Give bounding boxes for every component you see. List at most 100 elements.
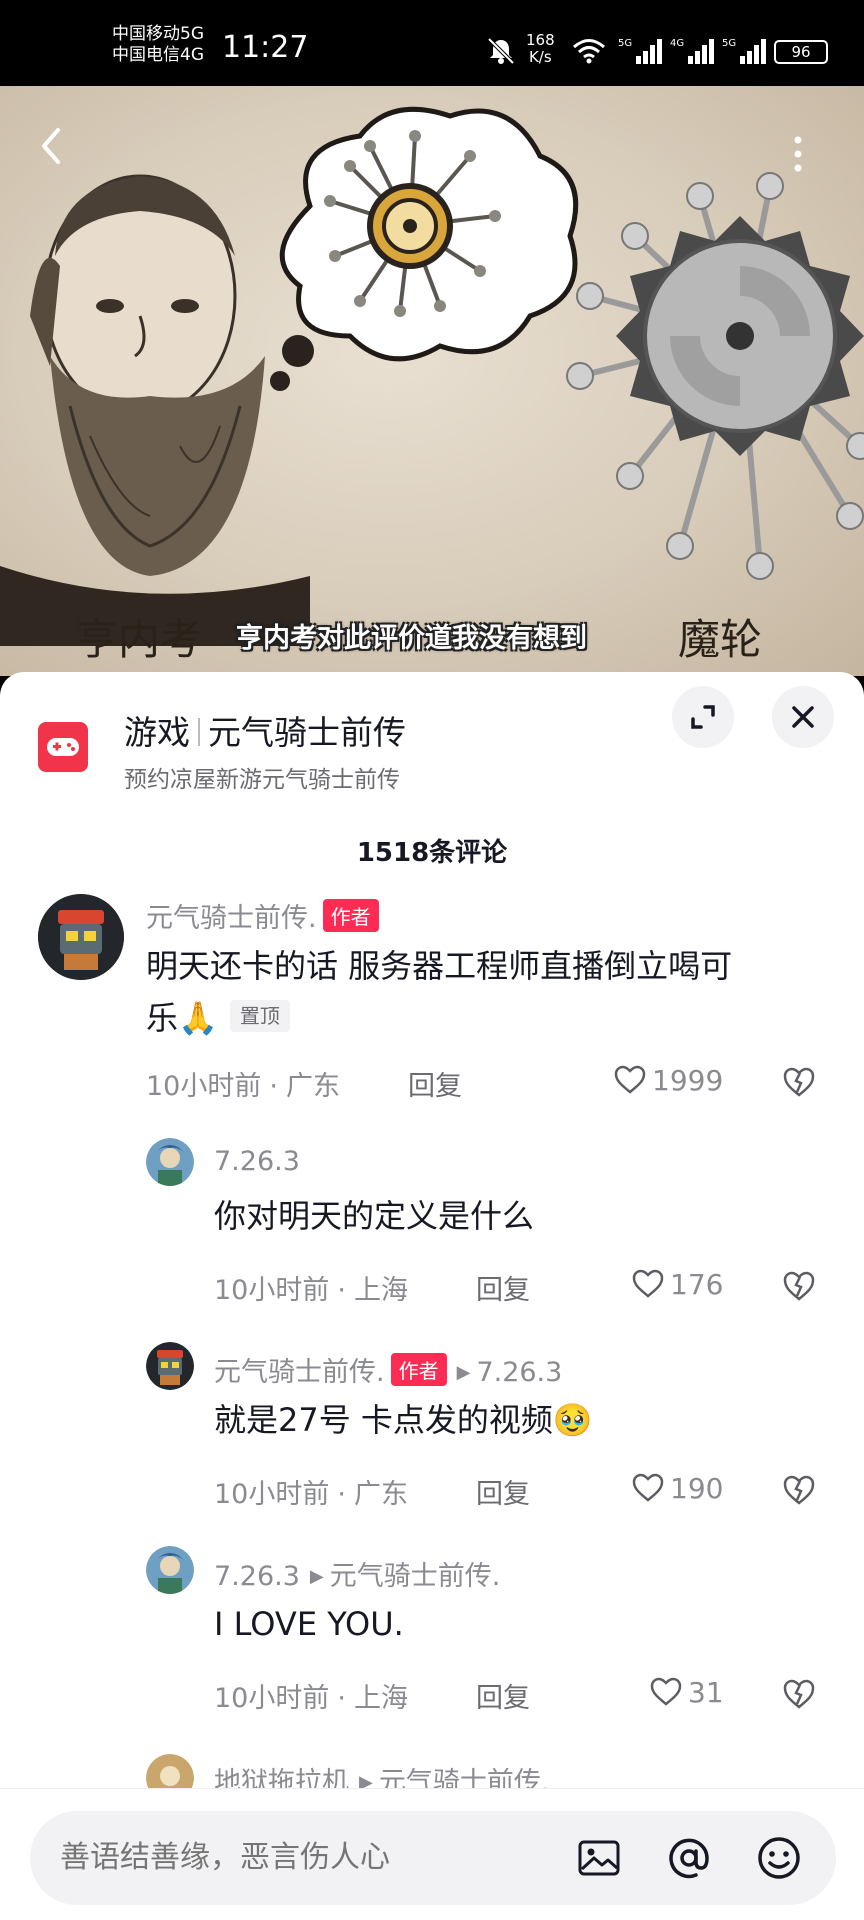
network-speed: 168 K/s [526, 32, 555, 66]
avatar[interactable] [146, 1138, 194, 1186]
like-button[interactable]: 190 [632, 1472, 723, 1505]
comment-author[interactable]: 7.26.3 ▶ 元气骑士前传. [214, 1554, 500, 1593]
reply-button[interactable]: 回复 [408, 1064, 462, 1103]
comment-input-container[interactable] [30, 1811, 836, 1905]
like-button[interactable]: 31 [650, 1676, 724, 1709]
like-count: 176 [670, 1268, 724, 1301]
comment-location: 上海 [353, 1275, 408, 1306]
dislike-heart-icon[interactable] [782, 1678, 816, 1710]
wheel-illustration [566, 172, 864, 580]
expand-icon [691, 705, 715, 729]
comment-meta: 10小时前 · 广东 [214, 1472, 408, 1511]
status-bar: 中国移动5G 中国电信4G 11:27 168 K/s 5G 4G 5G 96 [0, 0, 864, 86]
carrier-2: 中国电信4G [112, 45, 204, 65]
anchor-category: 游戏 [124, 713, 190, 752]
anchor-title[interactable]: 游戏 元气骑士前传 [124, 706, 406, 754]
heart-icon [650, 1677, 682, 1706]
comment-text-line-end: 乐🙏 [146, 999, 218, 1037]
pinned-badge: 置顶 [229, 1000, 290, 1032]
more-icon[interactable] [788, 134, 808, 174]
separator-dot: · [269, 1071, 278, 1102]
dislike-heart-icon[interactable] [782, 1474, 816, 1506]
reply-button[interactable]: 回复 [476, 1676, 530, 1715]
comment-item: 元气骑士前传. 作者 明天还卡的话 服务器工程师直播倒立喝可 乐🙏 置顶 10小时前… [0, 894, 864, 1124]
comment-text-line: 乐🙏 置顶 [146, 992, 826, 1044]
like-button[interactable]: 1999 [614, 1064, 723, 1097]
video-player[interactable]: 亨内考 亨内考对此评价道我没有想到 魔轮 [0, 86, 864, 676]
dislike-heart-icon[interactable] [782, 1066, 816, 1098]
comment-time: 10小时前 [214, 1479, 330, 1510]
anchor-subtitle: 预约凉屋新游元气骑士前传 [124, 767, 400, 793]
dislike-heart-icon[interactable] [782, 1270, 816, 1302]
reply-button[interactable]: 回复 [476, 1268, 530, 1307]
network-speed-value: 168 [526, 31, 555, 49]
author-name: 7.26.3 [214, 1146, 300, 1177]
like-count: 190 [670, 1472, 724, 1505]
thought-cloud-illustration [270, 106, 579, 391]
wifi-icon [573, 39, 605, 64]
expand-button[interactable] [672, 686, 734, 748]
author-name: 元气骑士前传. [214, 1357, 385, 1388]
comment-input[interactable] [60, 1811, 560, 1905]
author-badge: 作者 [322, 899, 379, 932]
at-icon[interactable] [666, 1835, 712, 1881]
avatar[interactable] [146, 1342, 194, 1390]
comment-meta: 10小时前 · 上海 [214, 1676, 408, 1715]
clock: 11:27 [222, 30, 309, 65]
avatar[interactable] [38, 894, 124, 980]
comment-text[interactable]: I LOVE YOU. [214, 1598, 814, 1650]
separator-dot: · [337, 1275, 346, 1306]
comment-text[interactable]: 明天还卡的话 服务器工程师直播倒立喝可 乐🙏 置顶 [146, 940, 826, 1044]
comment-location: 广东 [285, 1071, 340, 1102]
anchor-game-name: 元气骑士前传 [208, 713, 406, 752]
author-name: 元气骑士前传. [146, 903, 317, 934]
reply-arrow-icon: ▶ [456, 1362, 471, 1383]
svg-text:5G: 5G [722, 38, 736, 49]
comment-text[interactable]: 你对明天的定义是什么 [214, 1190, 814, 1242]
back-icon[interactable] [36, 126, 66, 166]
like-count: 1999 [652, 1064, 724, 1097]
comment-author[interactable]: 7.26.3 [214, 1146, 300, 1177]
heart-icon [632, 1269, 664, 1298]
heart-icon [614, 1065, 646, 1094]
reply-to-name: 元气骑士前传. [329, 1561, 501, 1592]
close-button[interactable] [772, 686, 834, 748]
avatar[interactable] [146, 1546, 194, 1594]
comment-input-bar [0, 1788, 864, 1920]
reply-item: 7.26.3 你对明天的定义是什么 10小时前 · 上海 回复 176 [0, 1138, 864, 1338]
signal-icon: 4G [670, 38, 714, 64]
network-speed-unit: K/s [528, 48, 552, 66]
separator-dot: · [337, 1479, 346, 1510]
reply-button[interactable]: 回复 [476, 1472, 530, 1511]
heart-icon [632, 1473, 664, 1502]
video-subtitle: 亨内考对此评价道我没有想到 [236, 623, 587, 654]
comment-count: 1518条评论 [356, 838, 508, 868]
divider [198, 718, 200, 746]
comment-sheet: 游戏 元气骑士前传 预约凉屋新游元气骑士前传 1518条评论 元气骑士前传. 作者 [0, 672, 864, 1920]
image-icon[interactable] [576, 1835, 622, 1881]
mute-icon [487, 37, 515, 65]
carrier-info: 中国移动5G 中国电信4G [112, 24, 204, 66]
battery-indicator: 96 [774, 40, 828, 64]
comment-meta: 10小时前 · 上海 [214, 1268, 408, 1307]
comment-text-line: 明天还卡的话 服务器工程师直播倒立喝可 [146, 947, 733, 985]
comment-author[interactable]: 元气骑士前传. 作者 ▶ 7.26.3 [214, 1350, 562, 1389]
comment-text[interactable]: 就是27号 卡点发的视频🥹 [214, 1394, 814, 1446]
carrier-1: 中国移动5G [112, 24, 204, 44]
close-icon [792, 706, 814, 728]
signal-icon: 5G [722, 38, 766, 64]
comment-author[interactable]: 元气骑士前传. 作者 [146, 896, 379, 935]
author-name: 7.26.3 [214, 1561, 300, 1592]
like-button[interactable]: 176 [632, 1268, 723, 1301]
svg-text:4G: 4G [670, 38, 684, 49]
comment-time: 10小时前 [214, 1683, 330, 1714]
reply-to-name: 7.26.3 [476, 1357, 563, 1388]
author-badge: 作者 [390, 1353, 447, 1386]
reply-item: 7.26.3 ▶ 元气骑士前传. I LOVE YOU. 10小时前 · 上海 回复 3… [0, 1546, 864, 1746]
signal-icon: 5G [618, 38, 662, 64]
svg-text:5G: 5G [618, 38, 632, 49]
emoji-icon[interactable] [756, 1835, 802, 1881]
video-label-left: 亨内考 [76, 615, 203, 664]
comment-location: 上海 [353, 1683, 408, 1714]
game-controller-icon[interactable] [38, 722, 88, 772]
